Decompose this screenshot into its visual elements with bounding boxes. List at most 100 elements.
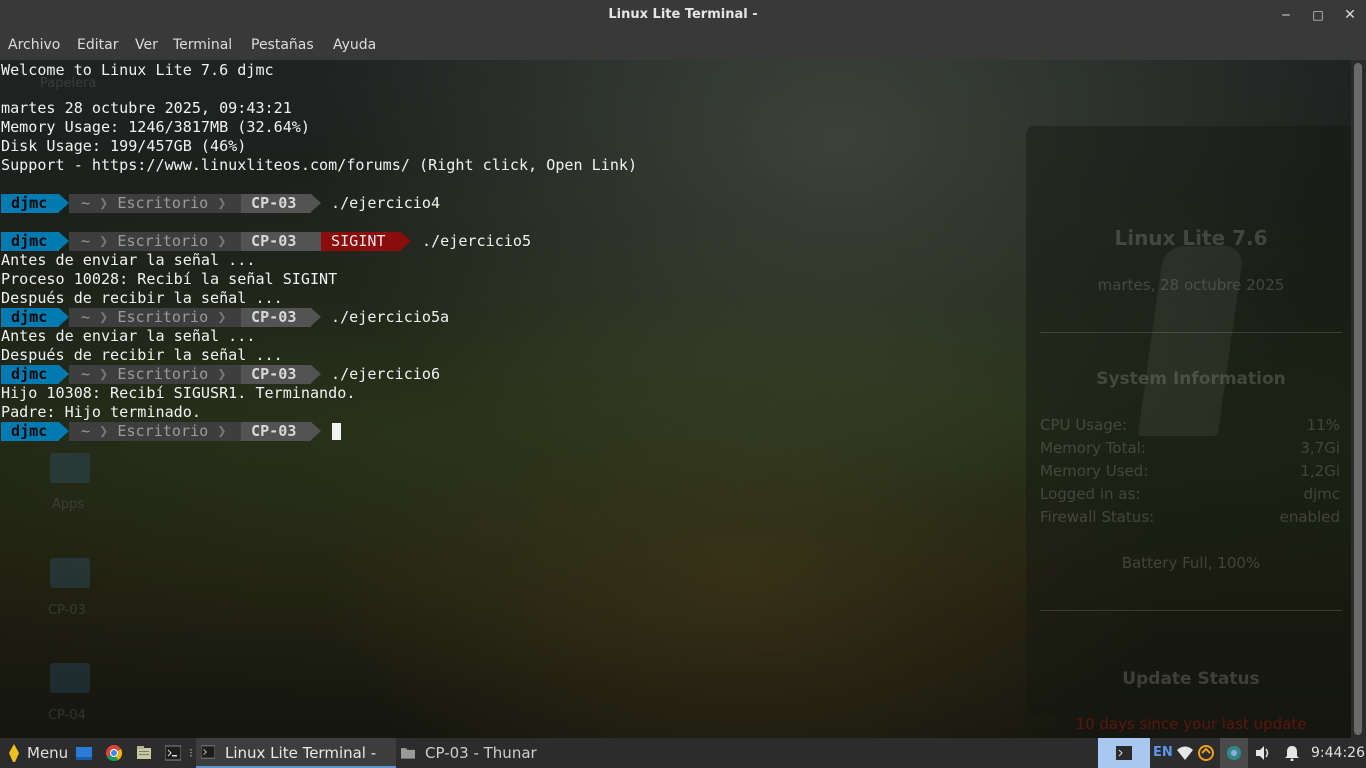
menu-ver[interactable]: Ver [135,37,158,53]
terminal-tray-icon [1116,746,1132,760]
terminal-line: Disk Usage: 199/457GB (46%) [1,137,247,155]
task-label: Linux Lite Terminal - [225,744,377,762]
chrome-icon[interactable] [106,745,122,761]
prompt-current-dir: CP-03 [241,194,311,213]
prompt-home: ~ [81,194,91,212]
row-value: enabled [1279,508,1340,526]
separator-icon: ❯ [90,308,118,326]
prompt-arrow [59,308,69,326]
separator-icon: ❯ [208,422,236,440]
terminal-output: Antes de enviar la señal ... [1,327,256,345]
network-manager-icon [1227,746,1241,760]
file-manager-icon[interactable] [136,745,152,761]
prompt-arrow [59,422,69,440]
separator-icon: ❯ [90,422,118,440]
terminal-output: Después de recibir la señal ... [1,289,283,307]
maximize-button[interactable]: □ [1308,5,1328,25]
minimize-button[interactable]: ‒ [1276,5,1296,25]
terminal-output: Proceso 10028: Recibí la señal SIGINT [1,270,338,288]
prompt-current-dir: CP-03 [241,422,311,441]
prompt-home: ~ [81,365,91,383]
prompt-current-dir: CP-03 [241,365,311,384]
close-button[interactable]: ✕ [1340,5,1360,25]
menu-ayuda[interactable]: Ayuda [333,37,376,53]
row-value: 1,2Gi [1300,462,1340,480]
wifi-icon[interactable] [1177,745,1193,761]
update-notifier-icon[interactable] [1198,745,1214,761]
terminal-command: ./ejercicio5 [422,232,532,250]
terminal-output: Antes de enviar la señal ... [1,251,256,269]
menu-pestanas[interactable]: Pestañas [251,37,314,53]
desktop-icon-label: CP-04 [48,708,86,723]
desktop-icon-label: Apps [52,497,85,512]
feather-icon [9,744,19,762]
notifications-bell-icon[interactable] [1284,745,1300,761]
row-label: Logged in as: [1040,485,1141,503]
separator-icon: ❯ [208,232,236,250]
desktop-folder-icon [50,453,90,483]
tray-active-highlight[interactable] [1220,738,1248,768]
menu-terminal[interactable]: Terminal [173,37,232,53]
prompt-line: djmc ~ ❯ Escritorio ❯ CP-03 ./ejercicio4 [1,194,601,213]
separator-icon: ❯ [90,194,118,212]
terminal-task-icon [201,745,215,759]
volume-icon[interactable] [1255,745,1271,761]
conky-sysinfo-header: System Information [1096,369,1286,389]
text-cursor [332,423,341,440]
menu-editar[interactable]: Editar [77,37,118,53]
separator-icon: ❯ [208,308,236,326]
prompt-arrow [311,365,321,383]
task-label: CP-03 - Thunar [425,744,537,762]
launcher-separator-icon: ⁝ [189,746,193,760]
prompt-path: ~ ❯ Escritorio ❯ [69,365,249,384]
separator-icon: ❯ [208,365,236,383]
separator-icon: ❯ [90,365,118,383]
menu-button[interactable]: Menu [6,738,72,768]
terminal-launcher-icon[interactable] [165,745,181,761]
task-thunar[interactable]: CP-03 - Thunar [398,738,598,768]
prompt-line: djmc ~ ❯ Escritorio ❯ CP-03 SIGINT ./eje… [1,232,701,251]
terminal-line: Welcome to Linux Lite 7.6 djmc [1,61,274,79]
desktop-folder-icon [50,663,90,693]
terminal-line: martes 28 octubre 2025, 09:43:21 [1,99,292,117]
prompt-line-active[interactable]: djmc ~ ❯ Escritorio ❯ CP-03 [1,422,601,441]
prompt-home: ~ [81,232,91,250]
prompt-arrow [311,308,321,326]
keyboard-layout-indicator[interactable]: EN [1153,738,1173,768]
terminal-scrollbar[interactable] [1351,60,1366,738]
prompt-path: ~ ❯ Escritorio ❯ [69,308,249,327]
terminal-output: Hijo 10308: Recibí SIGUSR1. Terminando. [1,384,356,402]
menu-label: Menu [27,744,69,762]
clock[interactable]: 9:44:26 [1311,738,1365,768]
conky-row: Logged in as: djmc [1040,485,1340,503]
show-desktop-icon[interactable] [76,745,92,761]
terminal-area[interactable]: Papelera Apps CP-03 CP-04 Linux Lite 7.6… [0,60,1351,738]
prompt-arrow [311,194,321,212]
taskbar: Menu ⁝ Linux Lite Terminal - CP-03 - Thu… [0,738,1366,768]
title-bar: Linux Lite Terminal - ‒ □ ✕ [0,0,1366,30]
prompt-user: djmc [1,308,59,327]
desktop-folder-icon [50,558,90,588]
conky-widget: Linux Lite 7.6 martes, 28 octubre 2025 S… [1026,126,1351,733]
prompt-user: djmc [1,365,59,384]
prompt-arrow [59,365,69,383]
separator-icon: ❯ [90,232,118,250]
prompt-dir: Escritorio [117,365,209,383]
menu-archivo[interactable]: Archivo [8,37,60,53]
conky-row: Firewall Status: enabled [1040,508,1340,526]
conky-update-header: Update Status [1122,669,1260,689]
prompt-user: djmc [1,232,59,251]
scrollbar-thumb[interactable] [1354,63,1362,735]
tray-terminal-highlight[interactable] [1098,738,1150,768]
prompt-arrow [59,232,69,250]
terminal-output: Después de recibir la señal ... [1,346,283,364]
prompt-signal-badge: SIGINT [321,232,401,251]
row-value: 3,7Gi [1300,439,1340,457]
row-label: Firewall Status: [1040,508,1155,526]
desktop-icon-label: CP-03 [48,603,86,618]
conky-update-text: 10 days since your last update [1075,715,1307,733]
terminal-output: Padre: Hijo terminado. [1,403,201,421]
task-terminal[interactable]: Linux Lite Terminal - [196,738,396,768]
terminal-command: ./ejercicio6 [331,365,441,383]
divider [1040,610,1342,611]
